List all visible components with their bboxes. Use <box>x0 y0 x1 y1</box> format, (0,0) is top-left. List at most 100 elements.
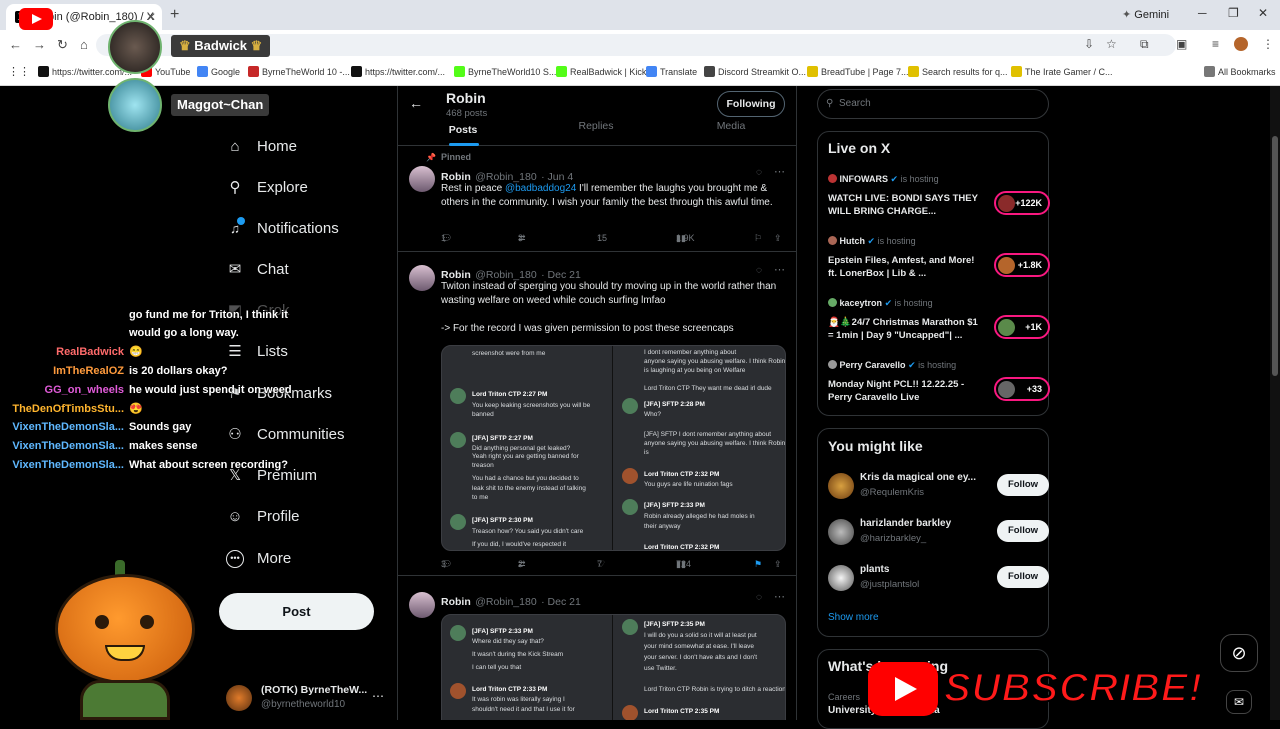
tab-posts[interactable]: Posts <box>433 120 493 146</box>
live-item[interactable]: Perry Caravello ✔ is hosting Monday Nigh… <box>828 360 1050 410</box>
restore-icon[interactable]: ❐ <box>1228 6 1239 20</box>
grok-tweet-icon[interactable]: ◌ <box>756 167 762 178</box>
nav-more[interactable]: ••• More <box>224 544 291 574</box>
nav-chat[interactable]: ✉ Chat <box>224 255 289 285</box>
follow-button[interactable]: Follow <box>997 520 1049 542</box>
chat-line: VixenTheDemonSla... <box>0 440 124 452</box>
suggestion-item[interactable]: Kris da magical one ey... @RequlemKris F… <box>828 471 1049 507</box>
profile-avatar[interactable] <box>1234 37 1248 51</box>
tweet-media-grid[interactable]: [JFA] SFTP 2:33 PM Where did they say th… <box>441 614 786 720</box>
avatar[interactable] <box>409 166 435 192</box>
follow-button[interactable]: Follow <box>997 566 1049 588</box>
screencap-d[interactable]: [JFA] SFTP 2:35 PM I will do you a solid… <box>614 615 785 720</box>
bookmark-item[interactable]: https://twitter.com/... <box>351 66 445 77</box>
account-more-icon[interactable]: ⋯ <box>372 689 384 703</box>
reload-icon[interactable]: ↻ <box>57 37 68 53</box>
nav-communities[interactable]: ⚇ Communities <box>224 420 344 450</box>
following-button[interactable]: Following <box>717 91 785 117</box>
tweet-actions: 💬︎ 3 ⇄ 2 ♡ 7 ▮▮ 724 ⚑ ⇪ <box>441 559 782 570</box>
show-more-link[interactable]: Show more <box>828 612 879 623</box>
account-switcher[interactable]: (ROTK) ByrneTheW... @byrnetheworld10 ⋯ <box>226 683 396 715</box>
bookmark-item[interactable]: Discord Streamkit O... <box>704 66 806 77</box>
screencap-c[interactable]: [JFA] SFTP 2:33 PM Where did they say th… <box>442 615 613 720</box>
post-button[interactable]: Post <box>219 593 374 630</box>
star-icon[interactable]: ☆ <box>1106 37 1117 51</box>
forward-icon[interactable]: → <box>33 37 46 52</box>
share-icon[interactable]: ⇪ <box>774 559 782 570</box>
live-title: Live on X <box>828 140 891 156</box>
gemini-icon: ✦ <box>1122 9 1135 21</box>
live-item[interactable]: Hutch ✔ is hosting Epstein Files, Amfest… <box>828 236 1050 286</box>
home-browser-icon[interactable]: ⌂ <box>80 37 88 52</box>
apps-icon[interactable]: ⋮⋮ <box>8 65 30 78</box>
suggestion-avatar <box>828 519 854 545</box>
home-icon: ⌂ <box>230 138 240 155</box>
verified-icon: ✔ <box>908 360 916 370</box>
suggestion-item[interactable]: harizlander barkley @harizbarkley_ Follo… <box>828 517 1049 553</box>
tweet-date[interactable]: · Dec 21 <box>541 596 581 608</box>
new-tab-button[interactable]: + <box>170 6 179 24</box>
bookmark-item[interactable]: Search results for q... <box>908 66 1008 77</box>
trend-category: Careers <box>828 692 861 702</box>
bookmarks-bar: ⋮⋮ https://twitter.com/... YouTube Googl… <box>0 60 1280 86</box>
tweet[interactable]: Robin @Robin_180 · Dec 21 ◌ ⋯ Twiton ins… <box>398 253 796 576</box>
live-on-x-card: Live on X INFOWARS ✔ is hosting WATCH LI… <box>817 131 1050 416</box>
install-app-icon[interactable]: ⇩ <box>1084 37 1094 51</box>
host-name: Hutch <box>839 236 866 246</box>
bookmark-item[interactable]: RealBadwick | Kick <box>556 66 646 77</box>
nav-notifications[interactable]: ♫ Notifications <box>224 214 339 244</box>
mention-link[interactable]: @badbaddog24 <box>505 183 576 194</box>
all-bookmarks[interactable]: All Bookmarks <box>1204 66 1276 77</box>
minimize-icon[interactable]: ─ <box>1198 6 1207 20</box>
tweet-more-icon[interactable]: ⋯ <box>774 165 785 178</box>
back-arrow-icon[interactable]: ← <box>409 95 423 111</box>
grok-tweet-icon[interactable]: ◌ <box>756 592 762 603</box>
extensions-icon[interactable]: ⧉ <box>1140 37 1149 52</box>
nav-lists[interactable]: ☰ Lists <box>224 337 288 367</box>
bookmark-item[interactable]: BreadTube | Page 7... <box>807 66 909 77</box>
listener-badge: +1.8K <box>994 253 1050 277</box>
you-might-like-card: You might like Kris da magical one ey...… <box>817 428 1049 637</box>
avatar[interactable] <box>409 265 435 291</box>
tweet-media-grid[interactable]: screenshot were from me Lord Triton CTP … <box>441 345 786 551</box>
live-item[interactable]: kaceytron ✔ is hosting 🎅🎄24/7 Christmas … <box>828 298 1050 348</box>
back-icon[interactable]: ← <box>9 37 22 52</box>
follow-button[interactable]: Follow <box>997 474 1049 496</box>
bookmark-item[interactable]: The Irate Gamer / C... <box>1011 66 1113 77</box>
bookmark-item[interactable]: ByrneTheWorld 10 -... <box>248 66 350 77</box>
screencap-a[interactable]: screenshot were from me Lord Triton CTP … <box>442 346 613 550</box>
lists-icon: ☰ <box>228 343 242 360</box>
suggestion-handle: @RequlemKris <box>860 487 925 498</box>
suggestion-item[interactable]: plants @justplantslol Follow <box>828 563 1049 599</box>
tab-replies[interactable]: Replies <box>566 120 626 132</box>
bookmark-item[interactable]: ByrneTheWorld10 S... <box>454 66 556 77</box>
tweet[interactable]: Robin @Robin_180 · Dec 21 ◌ ⋯ [JFA] SFTP… <box>398 584 796 720</box>
bookmark-item[interactable]: Google <box>197 66 240 77</box>
scrollbar-thumb[interactable] <box>1272 136 1278 376</box>
author-handle[interactable]: @Robin_180 <box>475 596 536 608</box>
close-window-icon[interactable]: ✕ <box>1258 6 1268 20</box>
media-icon[interactable]: ≡ <box>1212 37 1219 51</box>
nav-profile[interactable]: ☺ Profile <box>224 502 299 532</box>
bookmark-tweet-icon[interactable]: ⚑ <box>754 559 762 570</box>
nav-home[interactable]: ⌂ Home <box>224 132 297 162</box>
share-icon[interactable]: ⇪ <box>774 233 782 244</box>
bookmark-tweet-icon[interactable]: ⚐ <box>754 233 762 244</box>
tweet-pinned[interactable]: 📌 Pinned Robin @Robin_180 · Jun 4 ◌ ⋯ Re… <box>398 147 796 252</box>
tweet-header: Robin @Robin_180 · Dec 21 <box>441 592 581 610</box>
author-name[interactable]: Robin <box>441 596 471 608</box>
gemini-button[interactable]: ✦ Gemini <box>1122 6 1178 24</box>
menu-icon[interactable]: ⋮ <box>1262 37 1274 51</box>
page-scrollbar[interactable] <box>1270 86 1280 720</box>
tab-media[interactable]: Media <box>701 120 761 132</box>
grok-tweet-icon[interactable]: ◌ <box>756 265 762 276</box>
avatar[interactable] <box>409 592 435 618</box>
nav-explore[interactable]: ⚲ Explore <box>224 173 308 203</box>
tweet-more-icon[interactable]: ⋯ <box>774 263 785 276</box>
bookmark-item[interactable]: Translate <box>646 66 697 77</box>
search-input[interactable]: ⚲ Search <box>817 89 1049 119</box>
tweet-more-icon[interactable]: ⋯ <box>774 590 785 603</box>
screencap-b[interactable]: I dont remember anything about anyone sa… <box>614 346 785 550</box>
sidebar-icon[interactable]: ▣ <box>1176 37 1187 51</box>
live-item[interactable]: INFOWARS ✔ is hosting WATCH LIVE: BONDI … <box>828 174 1050 224</box>
